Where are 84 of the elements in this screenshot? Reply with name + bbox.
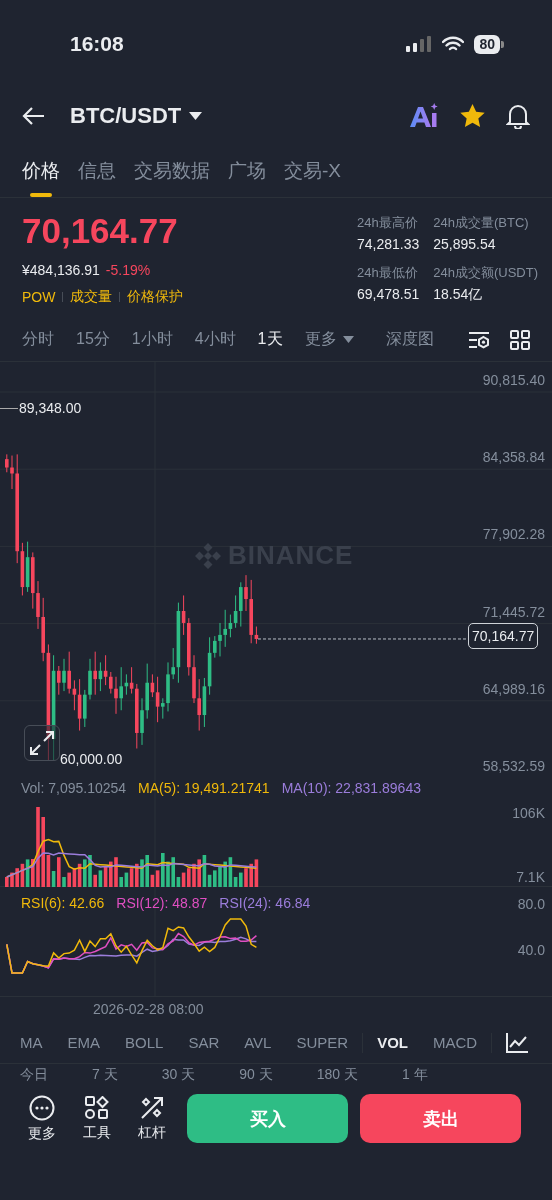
stat-label: 24h成交额(USDT) (433, 264, 538, 282)
depth-chart-tab[interactable]: 深度图 (385, 329, 434, 350)
fullscreen-button[interactable] (24, 725, 60, 761)
buy-button[interactable]: 买入 (187, 1094, 348, 1143)
volume-legend-text: MA(5): 19,491.21741 (138, 780, 270, 797)
price-axis-label: 64,989.16 (482, 680, 545, 697)
caret-icon (189, 112, 203, 120)
price-axis-label: 58,532.59 (482, 758, 545, 774)
stat-value: 69,478.51 (356, 286, 420, 302)
indicator-tab[interactable]: BOLL (125, 1034, 164, 1051)
star-icon[interactable] (460, 104, 485, 128)
toolbar-button[interactable]: 杠杆 (132, 1095, 172, 1142)
price-axis-label: 77,902.28 (482, 526, 545, 543)
time-axis-label: 2026-02-28 08:00 (93, 1001, 204, 1017)
toolbar-button[interactable]: 更多 (22, 1094, 62, 1143)
interval-tab[interactable]: 1天 (257, 329, 283, 350)
stat-label: 24h最高价 (356, 214, 419, 232)
price-axis-label: 90,815.40 (482, 372, 545, 388)
toolbar-button[interactable]: 工具 (77, 1095, 117, 1142)
back-arrow-icon[interactable] (22, 106, 46, 126)
rsi-legend-text: RSI(6): 42.66 (21, 895, 105, 911)
tab[interactable]: 价格 (22, 144, 60, 198)
logo-icon (194, 541, 222, 570)
battery-level: 80 (474, 34, 500, 54)
stat-label: 24h最低价 (356, 264, 419, 282)
more-icon (29, 1094, 55, 1121)
tag-link[interactable]: 成交量 (70, 288, 113, 306)
interval-tab[interactable]: 分时 (22, 329, 54, 350)
current-price-label: 70,164.77 (468, 623, 539, 649)
interval-tab[interactable]: 1小时 (131, 329, 173, 350)
chart-settings-icon[interactable] (468, 329, 490, 350)
tab[interactable]: 广场 (228, 144, 266, 198)
range-option[interactable]: 1 年 (401, 1066, 428, 1084)
range-option[interactable]: 30 天 (161, 1066, 196, 1084)
volume-axis-label: 7.1K (516, 869, 545, 885)
high-price-marker: 89,348.00 (19, 400, 82, 416)
tab[interactable]: 信息 (78, 144, 116, 198)
stat-value: 25,895.54 (433, 236, 497, 252)
interval-tab[interactable]: 4小时 (194, 329, 236, 350)
tab[interactable]: 交易数据 (134, 144, 210, 198)
indicator-tab[interactable]: MA (20, 1034, 43, 1051)
clock-time: 16:08 (70, 32, 125, 56)
indicator-tab[interactable]: AVL (244, 1034, 272, 1051)
grid-layout-icon[interactable] (510, 329, 530, 350)
tab[interactable]: 交易-X (284, 144, 341, 198)
indicator-tab[interactable]: SAR (188, 1034, 220, 1051)
volume-legend-text: Vol: 7,095.10254 (21, 780, 127, 797)
range-option[interactable]: 7 天 (92, 1066, 118, 1084)
pair-selector[interactable]: BTC/USDT (70, 103, 203, 129)
range-option[interactable]: 今日 (20, 1066, 48, 1084)
stat-label: 24h成交量(BTC) (433, 214, 530, 232)
signal-icon (406, 36, 433, 52)
ai-icon[interactable] (409, 103, 439, 129)
rsi-axis-label: 80.0 (517, 896, 545, 912)
line-chart-icon[interactable] (506, 1032, 529, 1053)
price-axis-label: 84,358.84 (482, 449, 545, 466)
rsi-legend-text: RSI(24): 46.84 (219, 895, 311, 911)
volume-legend-text: MA(10): 22,831.89643 (281, 780, 421, 797)
shapes-icon (85, 1095, 109, 1120)
interval-tab[interactable]: 15分 (76, 329, 110, 350)
indicator-tab[interactable]: EMA (67, 1034, 100, 1051)
range-option[interactable]: 180 天 (316, 1066, 358, 1084)
price-change: -5.19% (105, 262, 151, 278)
range-option[interactable]: 90 天 (239, 1066, 273, 1084)
tag-link[interactable]: 价格保护 (127, 288, 184, 306)
tag-link[interactable]: POW (22, 289, 56, 305)
wifi-icon (442, 36, 465, 52)
volume-axis-label: 106K (512, 805, 545, 821)
indicator-tab[interactable]: MACD (433, 1034, 478, 1051)
cny-price: ¥484,136.91 (22, 262, 100, 278)
rsi-legend-text: RSI(12): 48.87 (116, 895, 208, 911)
last-price: 70,164.77 (22, 212, 179, 250)
price-axis-label: 71,445.72 (482, 603, 545, 620)
more-intervals-dropdown[interactable]: 更多 (304, 329, 354, 350)
indicator-tab[interactable]: SUPER (296, 1034, 349, 1051)
bell-icon[interactable] (506, 103, 530, 129)
caret-icon (342, 336, 354, 343)
indicator-tab[interactable]: VOL (377, 1034, 408, 1051)
stat-value: 18.54亿 (433, 286, 484, 304)
leverage-icon (140, 1095, 164, 1120)
low-price-marker: 60,000.00 (60, 751, 123, 767)
stat-value: 74,281.33 (356, 236, 420, 252)
sell-button[interactable]: 卖出 (360, 1094, 521, 1143)
rsi-axis-label: 40.0 (517, 942, 545, 958)
